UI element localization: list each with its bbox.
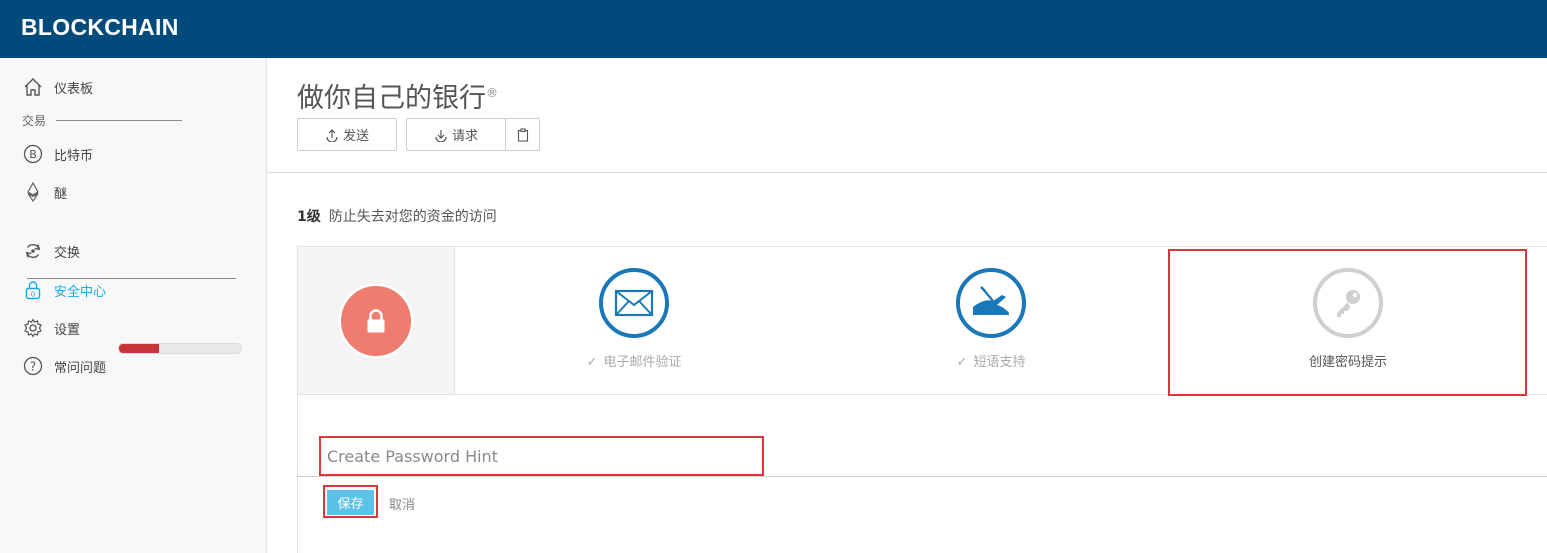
gear-icon bbox=[22, 317, 44, 339]
input-underline bbox=[297, 476, 1547, 477]
sidebar-item-label: 常问问题 bbox=[54, 360, 107, 376]
sidebar-item-label: 安全中心 bbox=[54, 284, 107, 300]
top-bar: BLOCKCHAIN bbox=[0, 0, 1547, 58]
check-icon: ✓ bbox=[956, 355, 968, 370]
sidebar-item-exchange[interactable]: 交换 bbox=[22, 239, 80, 263]
send-button[interactable]: 发送 bbox=[297, 118, 397, 151]
ethereum-icon bbox=[22, 181, 44, 203]
sidebar-item-label: 设置 bbox=[54, 322, 81, 338]
header-divider bbox=[267, 172, 1547, 173]
page-title: 做你自己的银行® bbox=[297, 83, 498, 114]
exchange-icon bbox=[22, 240, 44, 262]
step-caption: ✓ 电子邮件验证 bbox=[586, 355, 682, 370]
svg-text:B: B bbox=[29, 148, 37, 161]
form-left-border bbox=[297, 393, 298, 553]
sidebar-item-ether[interactable]: 醚 bbox=[22, 180, 67, 204]
highlight-box-save-button bbox=[323, 485, 378, 518]
sidebar-item-security[interactable]: 0 安全中心 bbox=[22, 278, 106, 302]
bitcoin-icon: B bbox=[22, 143, 44, 165]
blockchain-logo[interactable]: BLOCKCHAIN bbox=[21, 14, 179, 41]
sidebar-item-settings[interactable]: 设置 bbox=[22, 316, 80, 340]
sidebar: 仪表板 交易 B 比特币 醚 交换 0 安全中心 设置 ? 常问问题 bbox=[0, 58, 267, 553]
clipboard-button[interactable] bbox=[505, 118, 540, 151]
svg-text:?: ? bbox=[30, 360, 36, 374]
security-progress-bar bbox=[118, 343, 242, 354]
main-content: 做你自己的银行® 发送 请求 1级防止失去对您的资金的访问 ✓电子邮件验证 bbox=[267, 58, 1547, 553]
highlight-box-password-hint-step bbox=[1168, 249, 1527, 396]
download-icon bbox=[435, 129, 447, 142]
home-icon bbox=[22, 76, 44, 98]
sidebar-item-bitcoin[interactable]: B 比特币 bbox=[22, 142, 93, 166]
highlight-box-hint-input bbox=[319, 436, 764, 476]
svg-text:0: 0 bbox=[31, 291, 35, 299]
lock-icon: 0 bbox=[22, 279, 44, 301]
question-icon: ? bbox=[22, 355, 44, 377]
upload-icon bbox=[326, 128, 338, 142]
check-icon: ✓ bbox=[586, 355, 598, 370]
step-email-verification[interactable]: ✓ 电子邮件验证 bbox=[544, 247, 724, 394]
sidebar-item-label: 仪表板 bbox=[54, 81, 94, 97]
security-level-line: 1级 防止失去对您的资金的访问 bbox=[297, 209, 497, 225]
writing-hand-icon bbox=[956, 268, 1026, 338]
security-lock-cell bbox=[298, 247, 455, 394]
step-phrase-backup[interactable]: ✓ 短语支持 bbox=[901, 247, 1081, 394]
padlock-icon bbox=[338, 283, 414, 359]
sidebar-item-dashboard[interactable]: 仪表板 bbox=[22, 75, 93, 99]
sidebar-item-label: 比特币 bbox=[54, 148, 94, 164]
sidebar-item-label: 醚 bbox=[54, 186, 68, 202]
transactions-section-label: 交易 bbox=[22, 112, 183, 129]
envelope-icon bbox=[599, 268, 669, 338]
clipboard-icon bbox=[517, 127, 528, 142]
sidebar-item-label: 交换 bbox=[54, 245, 81, 261]
cancel-button[interactable]: 取消 bbox=[389, 494, 415, 513]
sidebar-item-faq[interactable]: ? 常问问题 bbox=[22, 354, 106, 378]
security-progress-fill bbox=[119, 344, 160, 353]
request-button[interactable]: 请求 bbox=[406, 118, 506, 151]
step-caption: ✓ 短语支持 bbox=[956, 355, 1026, 370]
